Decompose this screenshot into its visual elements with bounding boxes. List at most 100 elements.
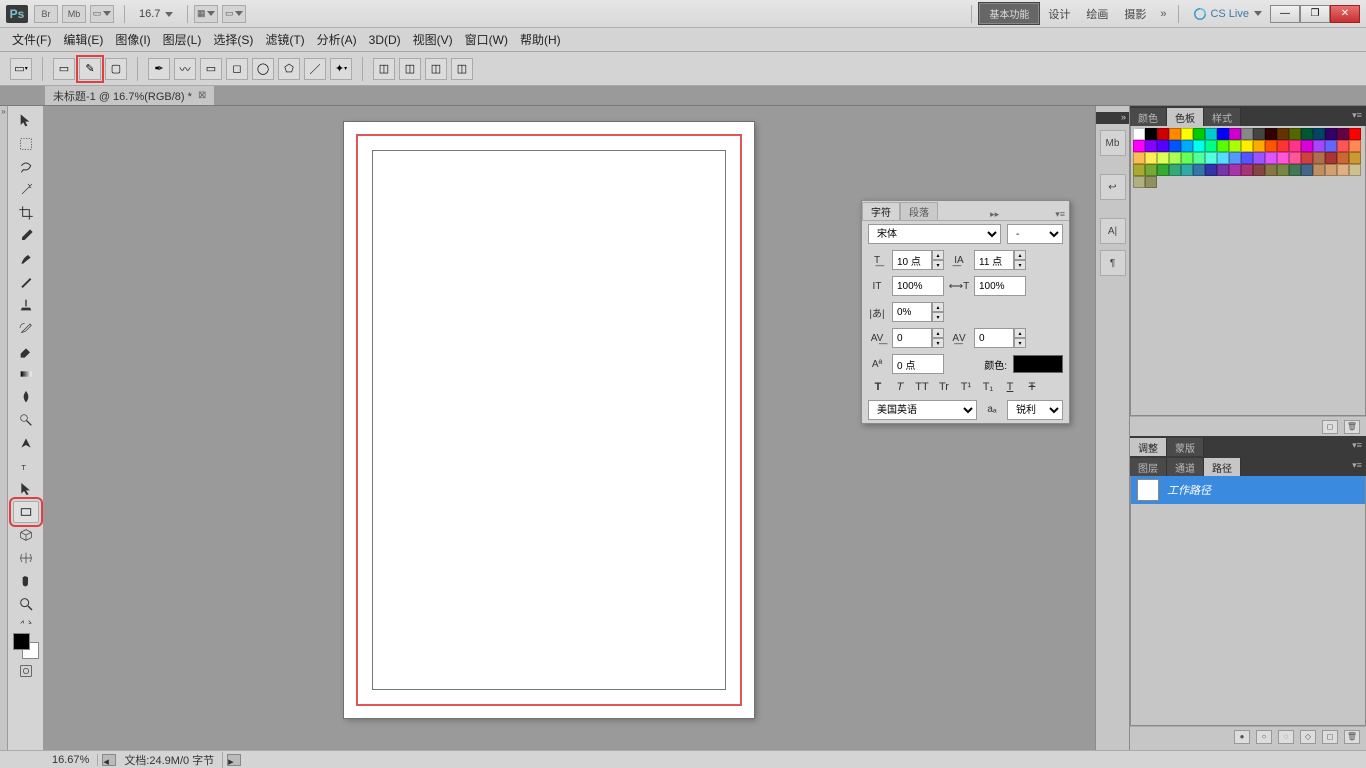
ellipse-shape[interactable]: ◯ <box>252 58 274 80</box>
menu-view[interactable]: 视图(V) <box>407 28 459 51</box>
menu-edit[interactable]: 编辑(E) <box>57 28 109 51</box>
swatch[interactable] <box>1349 152 1361 164</box>
swatch[interactable] <box>1301 152 1313 164</box>
faux-bold[interactable]: T <box>870 381 886 393</box>
path-combine-add[interactable]: ◫ <box>373 58 395 80</box>
swatch[interactable] <box>1349 140 1361 152</box>
swatch[interactable] <box>1133 140 1145 152</box>
polygon-shape[interactable]: ⬠ <box>278 58 300 80</box>
cs-live-button[interactable]: CS Live <box>1193 7 1262 21</box>
pen-tool[interactable] <box>13 432 39 454</box>
menu-layer[interactable]: 图层(L) <box>157 28 208 51</box>
minibridge-button[interactable]: Mb <box>62 5 86 23</box>
swatch[interactable] <box>1277 140 1289 152</box>
swatch[interactable] <box>1229 164 1241 176</box>
tab-masks[interactable]: 蒙版 <box>1167 438 1204 456</box>
swatch[interactable] <box>1349 164 1361 176</box>
swatch[interactable] <box>1205 128 1217 140</box>
history-brush-tool[interactable] <box>13 317 39 339</box>
swatch[interactable] <box>1277 152 1289 164</box>
font-family-select[interactable]: 宋体 <box>868 224 1001 244</box>
type-tool[interactable]: T <box>13 455 39 477</box>
swatch[interactable] <box>1169 128 1181 140</box>
swatch[interactable] <box>1157 140 1169 152</box>
tab-character[interactable]: 字符 <box>862 202 900 220</box>
new-swatch-icon[interactable]: ◻ <box>1322 420 1338 434</box>
line-shape[interactable]: ／ <box>304 58 326 80</box>
swatch[interactable] <box>1217 164 1229 176</box>
menu-window[interactable]: 窗口(W) <box>459 28 514 51</box>
tab-color[interactable]: 颜色 <box>1130 108 1167 126</box>
panel-menu-icon[interactable]: ▾≡ <box>1350 438 1364 452</box>
swatch[interactable] <box>1265 164 1277 176</box>
swatch[interactable] <box>1157 152 1169 164</box>
color-picker[interactable] <box>13 633 39 659</box>
magic-wand-tool[interactable] <box>13 179 39 201</box>
tab-paths[interactable]: 路径 <box>1204 458 1241 476</box>
brush-tool[interactable] <box>13 271 39 293</box>
character-panel-menu-icon[interactable]: ▾≡ <box>1051 209 1069 220</box>
eyedropper-tool[interactable] <box>13 225 39 247</box>
hscroll-left[interactable]: ◂ <box>102 754 116 766</box>
small-caps[interactable]: Tr <box>936 381 952 393</box>
swatch[interactable] <box>1169 152 1181 164</box>
swatch[interactable] <box>1241 164 1253 176</box>
rectangle-tool[interactable] <box>13 501 39 523</box>
lasso-tool[interactable] <box>13 156 39 178</box>
window-close[interactable]: ✕ <box>1330 5 1360 23</box>
horizontal-scale-input[interactable] <box>974 276 1026 296</box>
swatch[interactable] <box>1349 128 1361 140</box>
menu-select[interactable]: 选择(S) <box>207 28 259 51</box>
marquee-tool[interactable] <box>13 133 39 155</box>
swatch[interactable] <box>1217 152 1229 164</box>
3d-tool[interactable] <box>13 524 39 546</box>
swatch[interactable] <box>1337 128 1349 140</box>
bridge-button[interactable]: Br <box>34 5 58 23</box>
swatch[interactable] <box>1301 128 1313 140</box>
eraser-tool[interactable] <box>13 340 39 362</box>
paragraph-panel-icon[interactable]: ¶ <box>1100 250 1126 276</box>
panel-menu-icon[interactable]: ▾≡ <box>1350 458 1364 472</box>
pen-tool-icon[interactable]: ✒ <box>148 58 170 80</box>
healing-brush-tool[interactable] <box>13 248 39 270</box>
swap-colors[interactable] <box>13 616 39 628</box>
swatch[interactable] <box>1253 164 1265 176</box>
swatch[interactable] <box>1229 152 1241 164</box>
character-panel-icon[interactable]: A| <box>1100 218 1126 244</box>
rounded-rectangle-shape[interactable]: ◻ <box>226 58 248 80</box>
window-minimize[interactable]: — <box>1270 5 1300 23</box>
clone-stamp-tool[interactable] <box>13 294 39 316</box>
text-color-swatch[interactable] <box>1013 355 1063 373</box>
delete-swatch-icon[interactable]: 🗑 <box>1344 420 1360 434</box>
workspace-photography[interactable]: 摄影 <box>1116 3 1154 25</box>
make-work-path-icon[interactable]: ◇ <box>1300 730 1316 744</box>
swatch[interactable] <box>1325 152 1337 164</box>
menu-3d[interactable]: 3D(D) <box>363 30 407 50</box>
kerning2-input[interactable] <box>974 328 1014 348</box>
expand-dock-icon[interactable]: » <box>1121 112 1126 124</box>
swatch[interactable] <box>1217 140 1229 152</box>
swatch[interactable] <box>1181 164 1193 176</box>
all-caps[interactable]: TT <box>914 381 930 393</box>
swatch[interactable] <box>1265 128 1277 140</box>
swatch[interactable] <box>1181 152 1193 164</box>
swatch[interactable] <box>1325 128 1337 140</box>
swatch[interactable] <box>1289 164 1301 176</box>
document-tab-close-icon[interactable]: ⊠ <box>198 90 206 101</box>
swatch[interactable] <box>1193 128 1205 140</box>
tracking-input[interactable] <box>892 302 932 322</box>
fill-pixels-mode[interactable]: ▢ <box>105 58 127 80</box>
tab-swatches[interactable]: 色板 <box>1167 108 1204 126</box>
swatch[interactable] <box>1337 140 1349 152</box>
status-zoom[interactable]: 16.67% <box>44 754 98 766</box>
swatch[interactable] <box>1133 152 1145 164</box>
quick-mask-toggle[interactable] <box>13 660 39 682</box>
arrange-documents-button[interactable]: ▦ <box>194 5 218 23</box>
hand-tool[interactable] <box>13 570 39 592</box>
fill-path-icon[interactable]: ● <box>1234 730 1250 744</box>
toolbox-collapse-strip[interactable]: » <box>0 106 8 750</box>
workspace-design[interactable]: 设计 <box>1040 3 1078 25</box>
swatch[interactable] <box>1289 152 1301 164</box>
workspace-painting[interactable]: 绘画 <box>1078 3 1116 25</box>
swatch[interactable] <box>1145 164 1157 176</box>
